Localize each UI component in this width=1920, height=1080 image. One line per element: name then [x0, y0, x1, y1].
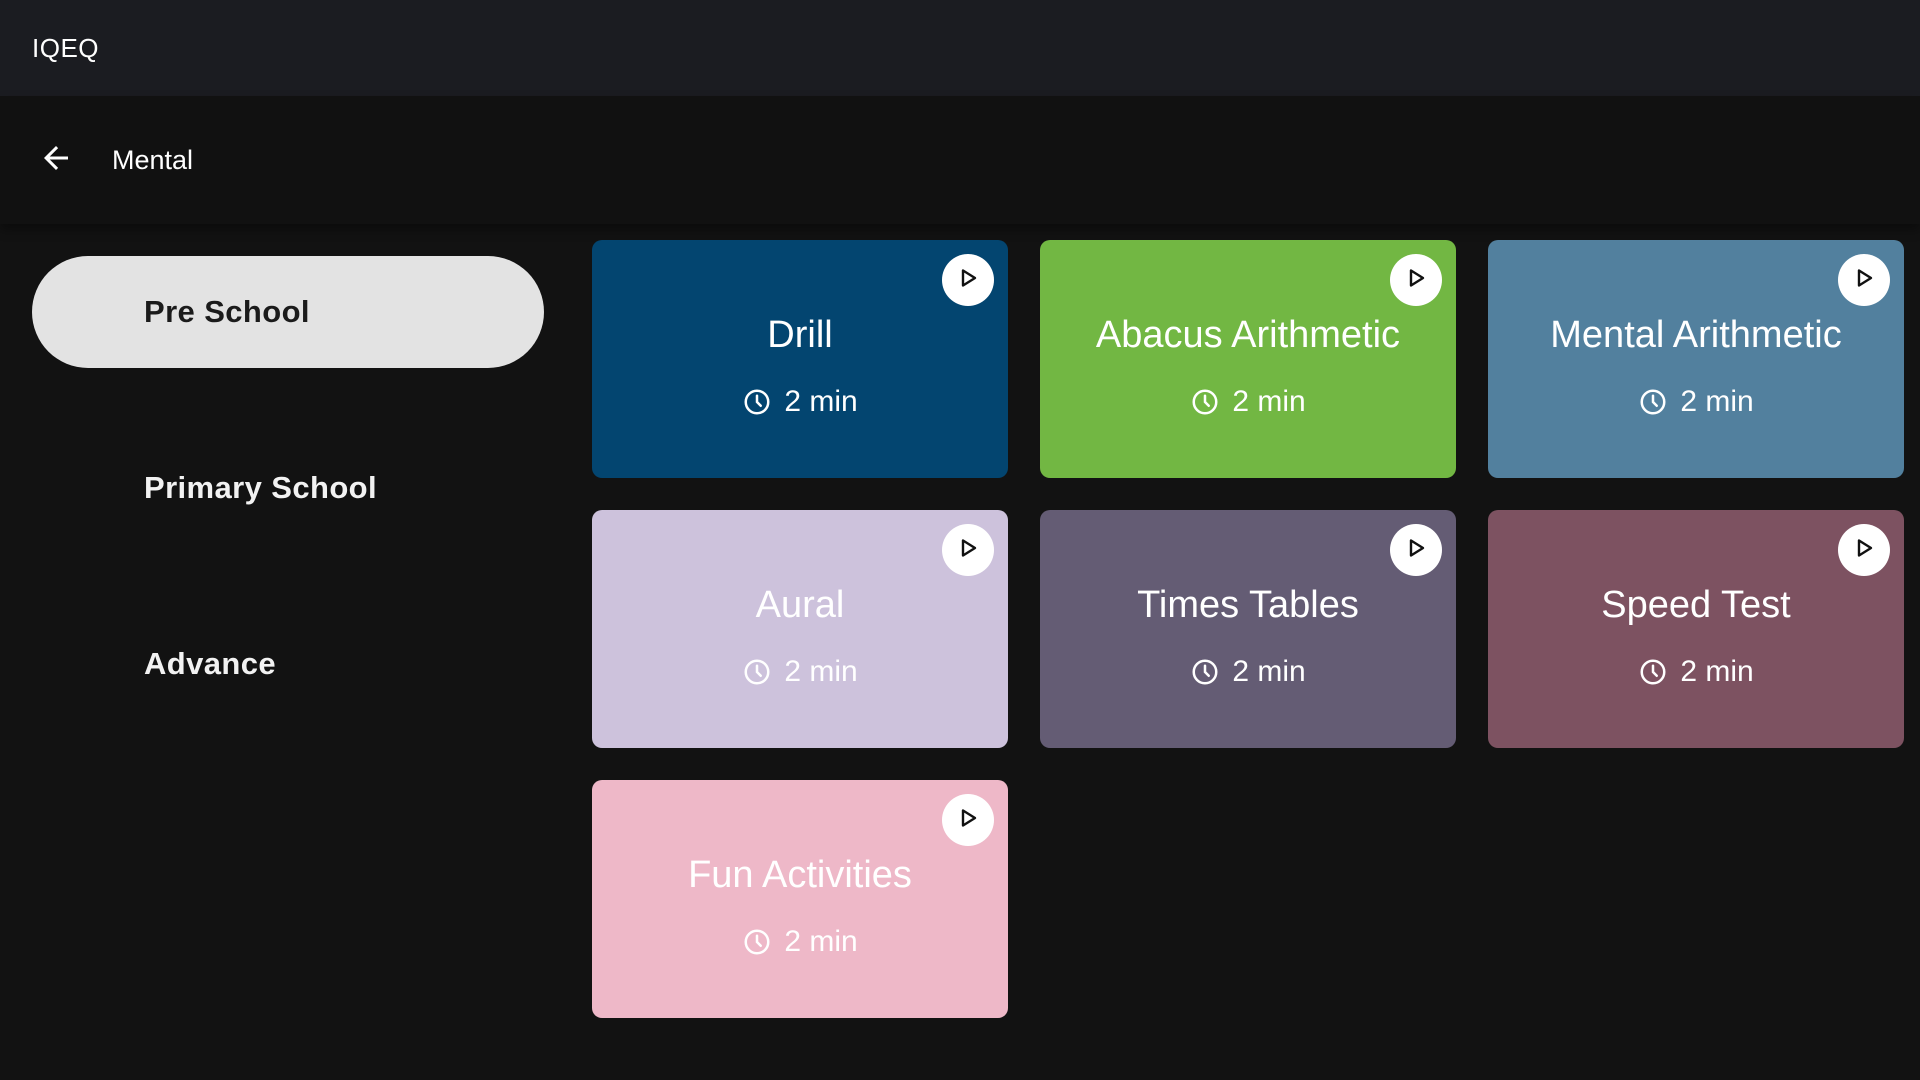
sidebar-item-label: Primary School: [144, 470, 378, 505]
card-title: Speed Test: [1601, 583, 1791, 626]
play-button[interactable]: [942, 794, 994, 846]
play-icon: [1404, 536, 1428, 565]
card-title: Times Tables: [1137, 583, 1359, 626]
activity-card-drill[interactable]: Drill 2 min: [592, 240, 1008, 478]
back-button[interactable]: [36, 140, 76, 180]
activity-card-mental-arithmetic[interactable]: Mental Arithmetic 2 min: [1488, 240, 1904, 478]
duration-label: 2 min: [1680, 654, 1754, 688]
clock-icon: [1190, 387, 1220, 417]
play-icon: [1852, 536, 1876, 565]
duration-label: 2 min: [784, 654, 858, 688]
play-icon: [956, 266, 980, 295]
card-title: Aural: [755, 583, 845, 626]
app-title: IQEQ: [32, 32, 100, 63]
clock-icon: [1190, 657, 1220, 687]
activity-card-aural[interactable]: Aural 2 min: [592, 510, 1008, 748]
sidebar-item-label: Pre School: [144, 294, 310, 329]
clock-icon: [1638, 387, 1668, 417]
play-button[interactable]: [1838, 254, 1890, 306]
duration-label: 2 min: [1232, 654, 1306, 688]
clock-icon: [742, 927, 772, 957]
duration-label: 2 min: [1232, 384, 1306, 418]
card-duration: 2 min: [742, 384, 858, 419]
card-title: Mental Arithmetic: [1550, 313, 1842, 356]
play-icon: [1404, 266, 1428, 295]
card-duration: 2 min: [1190, 384, 1306, 419]
page-title: Mental: [112, 144, 194, 175]
play-button[interactable]: [1838, 524, 1890, 576]
duration-label: 2 min: [784, 924, 858, 958]
play-icon: [1852, 266, 1876, 295]
play-icon: [956, 536, 980, 565]
play-button[interactable]: [942, 524, 994, 576]
page-header: Mental: [0, 96, 1920, 224]
play-button[interactable]: [942, 254, 994, 306]
card-title: Drill: [767, 313, 833, 356]
play-button[interactable]: [1390, 524, 1442, 576]
activity-card-speed-test[interactable]: Speed Test 2 min: [1488, 510, 1904, 748]
clock-icon: [1638, 657, 1668, 687]
sidebar-item-label: Advance: [144, 646, 277, 681]
activity-grid: Drill 2 min Abacus Arithmetic 2 min Ment…: [592, 240, 1904, 1018]
sidebar-item-pre-school[interactable]: Pre School: [32, 256, 544, 368]
activity-card-times-tables[interactable]: Times Tables 2 min: [1040, 510, 1456, 748]
card-duration: 2 min: [1638, 384, 1754, 419]
card-duration: 2 min: [1638, 654, 1754, 689]
sidebar-item-primary-school[interactable]: Primary School: [32, 432, 544, 544]
clock-icon: [742, 657, 772, 687]
card-title: Abacus Arithmetic: [1095, 313, 1401, 356]
duration-label: 2 min: [784, 384, 858, 418]
arrow-left-icon: [38, 140, 74, 181]
card-duration: 2 min: [742, 654, 858, 689]
card-duration: 2 min: [742, 924, 858, 959]
clock-icon: [742, 387, 772, 417]
activity-card-abacus-arithmetic[interactable]: Abacus Arithmetic 2 min: [1040, 240, 1456, 478]
card-duration: 2 min: [1190, 654, 1306, 689]
sidebar-item-advance[interactable]: Advance: [32, 608, 544, 720]
app-bar: IQEQ: [0, 0, 1920, 96]
duration-label: 2 min: [1680, 384, 1754, 418]
card-title: Fun Activities: [688, 853, 912, 896]
activity-card-fun-activities[interactable]: Fun Activities 2 min: [592, 780, 1008, 1018]
play-icon: [956, 806, 980, 835]
level-sidebar: Pre School Primary School Advance: [32, 256, 544, 784]
play-button[interactable]: [1390, 254, 1442, 306]
